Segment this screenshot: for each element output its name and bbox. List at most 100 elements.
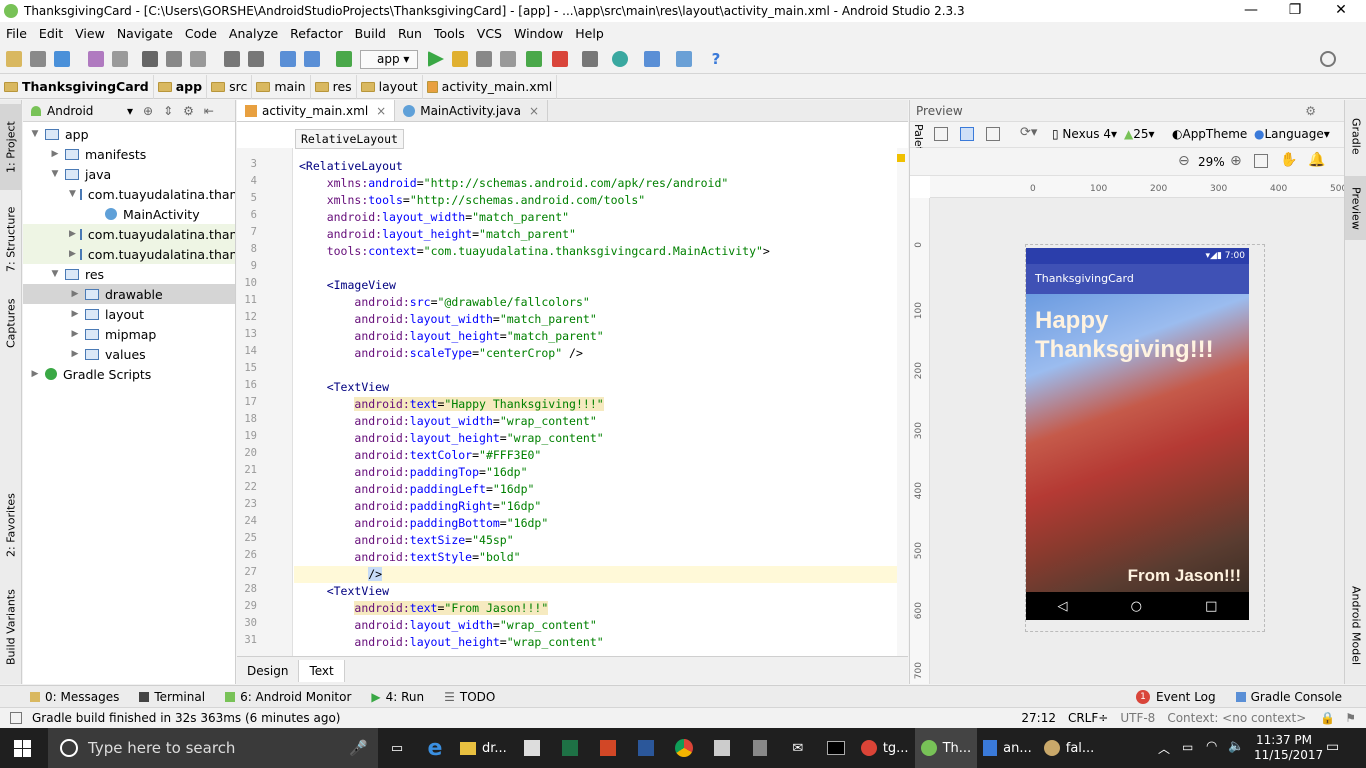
expand-arrow-icon[interactable]: ▶ (69, 349, 81, 359)
word-icon[interactable] (627, 728, 665, 768)
profile-icon[interactable] (500, 51, 516, 67)
tab-project[interactable]: 1: Project (0, 104, 22, 190)
save-icon[interactable] (30, 51, 46, 67)
happy-thanksgiving-text[interactable]: Happy Thanksgiving!!! (1035, 306, 1235, 364)
paste-icon[interactable] (190, 51, 206, 67)
sdk-manager-icon[interactable] (676, 51, 692, 67)
terminal-tool[interactable]: Terminal (129, 690, 215, 704)
tree-item[interactable]: MainActivity (23, 204, 235, 224)
event-log-tool[interactable]: 1 Event Log (1126, 689, 1226, 704)
tab-structure[interactable]: 7: Structure (0, 194, 22, 284)
breadcrumb-item[interactable]: layout (357, 74, 423, 99)
taskbar-document[interactable]: an... (977, 728, 1038, 768)
mail-icon[interactable]: ✉ (779, 728, 817, 768)
code-line[interactable]: android:paddingTop="16dp" (299, 464, 527, 481)
expand-arrow-icon[interactable]: ▼ (69, 189, 76, 199)
code-line[interactable]: android:layout_width="wrap_content" (299, 617, 596, 634)
tab-favorites[interactable]: 2: Favorites (0, 484, 22, 566)
expand-arrow-icon[interactable]: ▼ (49, 269, 61, 279)
caret-position[interactable]: 27:12 (1021, 711, 1056, 725)
orientation-icon[interactable]: ⟳▾ (1020, 125, 1037, 140)
expand-arrow-icon[interactable]: ▶ (49, 149, 61, 159)
sync-gradle-icon[interactable] (612, 51, 628, 67)
paint-icon[interactable] (703, 728, 741, 768)
code-line[interactable]: android:layout_height="match_parent" (299, 226, 576, 243)
collapse-all-icon[interactable]: ⇕ (163, 104, 173, 118)
code-line[interactable]: android:src="@drawable/fallcolors" (299, 294, 589, 311)
menu-window[interactable]: Window (508, 26, 569, 41)
run-tool[interactable]: ▶ 4: Run (361, 690, 434, 704)
context-indicator[interactable]: Context: <no context> (1167, 711, 1306, 725)
breadcrumb-item[interactable]: main (252, 74, 311, 99)
file-encoding[interactable]: UTF-8 (1120, 711, 1155, 725)
search-everywhere-icon[interactable] (1320, 51, 1336, 67)
open-icon[interactable] (6, 51, 22, 67)
menu-tools[interactable]: Tools (428, 26, 471, 41)
taskbar-chrome-window[interactable]: tg... (855, 728, 915, 768)
language-select[interactable]: ●Language▾ (1254, 127, 1330, 141)
editor-scrollbar[interactable] (897, 148, 908, 656)
fit-screen-icon[interactable] (1254, 154, 1268, 168)
microphone-icon[interactable]: 🎤 (349, 739, 368, 757)
breadcrumb-item[interactable]: ThanksgivingCard (0, 74, 154, 99)
menu-file[interactable]: File (0, 26, 33, 41)
code-line[interactable]: android:scaleType="centerCrop" /> (299, 345, 583, 362)
expand-arrow-icon[interactable]: ▶ (69, 229, 76, 239)
find-icon[interactable] (224, 51, 240, 67)
tab-build-variants[interactable]: Build Variants (0, 580, 22, 674)
taskbar-android-studio[interactable]: Th... (914, 728, 978, 768)
todo-tool[interactable]: ☰ TODO (434, 690, 505, 704)
notifications-icon[interactable]: 🔔 (1308, 152, 1325, 168)
tree-item[interactable]: ▶ mipmap (23, 324, 235, 344)
device-select[interactable]: ▯ Nexus 4▾ (1052, 127, 1117, 141)
tree-item[interactable]: ▶ layout (23, 304, 235, 324)
project-view-select[interactable]: Android (47, 104, 127, 118)
redo-icon[interactable] (112, 51, 128, 67)
project-structure-icon[interactable] (644, 51, 660, 67)
start-icon[interactable] (14, 740, 31, 757)
make-project-icon[interactable] (336, 51, 352, 67)
zoom-in-icon[interactable]: ⊕ (1230, 153, 1242, 169)
battery-icon[interactable]: ▭ (1182, 740, 1193, 754)
attach-debugger-icon[interactable] (526, 51, 542, 67)
lock-icon[interactable]: 🔒 (1320, 711, 1335, 725)
pan-icon[interactable]: ✋ (1280, 152, 1297, 168)
expand-arrow-icon[interactable]: ▶ (29, 369, 41, 379)
copy-icon[interactable] (166, 51, 182, 67)
tab-gradle[interactable]: Gradle (1345, 106, 1366, 166)
code-line[interactable]: android:layout_width="match_parent" (299, 209, 569, 226)
scroll-from-source-icon[interactable]: ⊕ (143, 104, 153, 118)
undo-icon[interactable] (88, 51, 104, 67)
cut-icon[interactable] (142, 51, 158, 67)
expand-arrow-icon[interactable]: ▶ (69, 289, 81, 299)
api-select[interactable]: ▲25▾ (1124, 127, 1155, 141)
minimize-button[interactable]: — (1228, 0, 1274, 22)
calculator-icon[interactable] (741, 728, 779, 768)
clock[interactable]: 11:37 PM 11/15/2017 (1254, 733, 1323, 763)
tree-item[interactable]: ▶ com.tuayudalatina.thank (23, 224, 235, 244)
settings-icon[interactable]: ⚙ (1305, 104, 1316, 118)
code-line[interactable]: <ImageView (299, 277, 396, 294)
tab-preview[interactable]: Preview (1345, 176, 1366, 240)
status-toggle-icon[interactable] (10, 712, 22, 724)
tab-captures[interactable]: Captures (0, 288, 22, 358)
code-line[interactable]: xmlns:tools="http://schemas.android.com/… (299, 192, 646, 209)
code-line[interactable]: android:paddingBottom="16dp" (299, 515, 548, 532)
help-icon[interactable]: ? (708, 51, 724, 67)
code-line[interactable]: android:layout_height="wrap_content" (299, 634, 603, 651)
forward-icon[interactable] (304, 51, 320, 67)
run-icon[interactable] (428, 51, 444, 67)
tree-item[interactable]: ▼ res (23, 264, 235, 284)
tray-chevron-icon[interactable]: ︿ (1158, 740, 1170, 757)
code-line[interactable]: android:text="From Jason!!!" (299, 600, 549, 617)
code-line[interactable]: xmlns:android="http://schemas.android.co… (299, 175, 729, 192)
code-line[interactable]: android:layout_width="match_parent" (299, 311, 596, 328)
run-config-select[interactable]: app ▾ (360, 50, 418, 69)
replace-icon[interactable] (248, 51, 264, 67)
code-line[interactable]: android:textSize="45sp" (299, 532, 513, 549)
code-line[interactable]: android:paddingLeft="16dp" (299, 481, 534, 498)
status-message[interactable]: Gradle build finished in 32s 363ms (6 mi… (32, 711, 341, 725)
menu-analyze[interactable]: Analyze (223, 26, 284, 41)
expand-arrow-icon[interactable]: ▶ (69, 309, 81, 319)
tab-activity-main-xml[interactable]: activity_main.xml × (237, 100, 396, 121)
